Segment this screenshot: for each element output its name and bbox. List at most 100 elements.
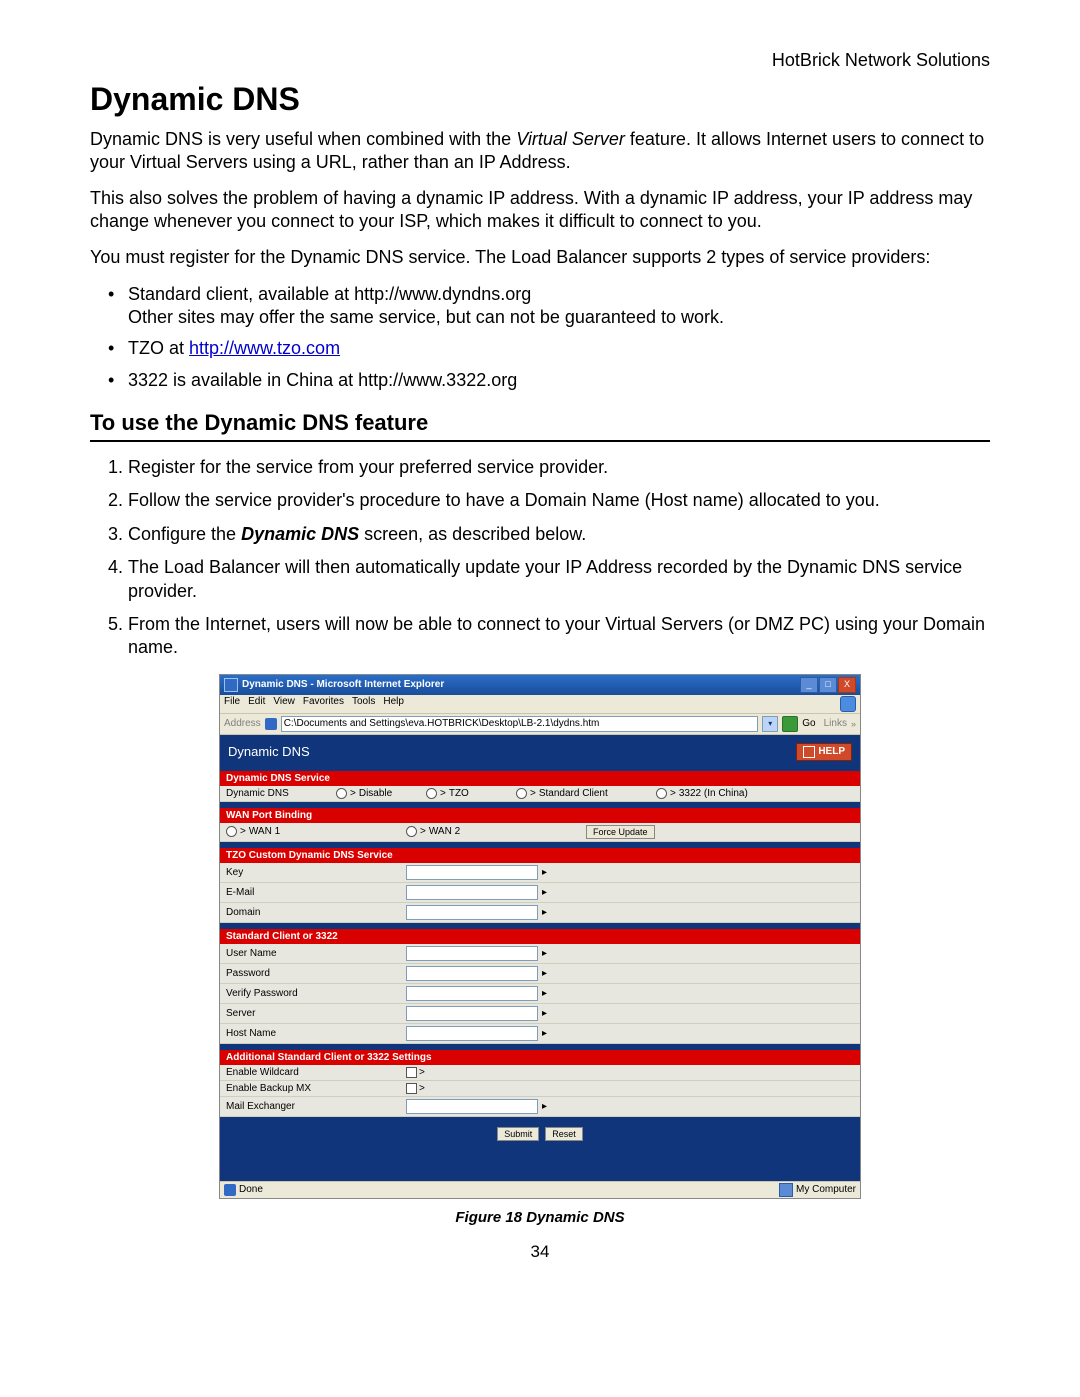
menu-edit[interactable]: Edit <box>248 696 265 712</box>
window-titlebar[interactable]: Dynamic DNS - Microsoft Internet Explore… <box>220 675 860 695</box>
help-icon <box>803 746 815 758</box>
section-tzo: TZO Custom Dynamic DNS Service <box>220 848 860 863</box>
arrow-icon: ▸ <box>542 907 547 918</box>
virtual-server-term: Virtual Server <box>516 129 625 149</box>
links-label[interactable]: Links <box>824 718 847 729</box>
field-label: Mail Exchanger <box>226 1101 406 1112</box>
domain-input[interactable] <box>406 905 538 920</box>
arrow-icon: ▸ <box>542 948 547 959</box>
ie-logo-icon <box>840 696 856 712</box>
key-input[interactable] <box>406 865 538 880</box>
paragraph-intro: Dynamic DNS is very useful when combined… <box>90 128 990 173</box>
text: Standard client, available at http://www… <box>128 284 531 304</box>
field-label: Enable Wildcard <box>226 1067 406 1078</box>
go-label: Go <box>802 718 815 729</box>
radio-wan1[interactable]: >WAN 1 <box>226 826 406 837</box>
paragraph-register: You must register for the Dynamic DNS se… <box>90 246 990 269</box>
text: Dynamic DNS is very useful when combined… <box>90 129 516 149</box>
submit-button[interactable]: Submit <box>497 1127 539 1141</box>
menu-tools[interactable]: Tools <box>352 696 375 712</box>
help-button[interactable]: HELP <box>796 743 852 761</box>
arrow-icon: ▸ <box>542 1008 547 1019</box>
mail-exchanger-input[interactable] <box>406 1099 538 1114</box>
username-input[interactable] <box>406 946 538 961</box>
page-title: Dynamic DNS <box>90 81 990 118</box>
help-label: HELP <box>818 746 845 757</box>
address-dropdown[interactable]: ▾ <box>762 716 778 732</box>
field-label: Enable Backup MX <box>226 1083 406 1094</box>
list-item: Register for the service from your prefe… <box>128 456 990 479</box>
menu-view[interactable]: View <box>273 696 295 712</box>
address-label: Address <box>224 718 261 729</box>
radio-disable[interactable]: >Disable <box>336 788 426 799</box>
minimize-button[interactable]: _ <box>800 677 818 693</box>
list-item: Follow the service provider's procedure … <box>128 489 990 512</box>
button-row: Submit Reset <box>220 1117 860 1181</box>
maximize-button[interactable]: □ <box>819 677 837 693</box>
force-update-button[interactable]: Force Update <box>586 825 655 839</box>
radio-label: Standard Client <box>539 788 608 799</box>
field-label: Password <box>226 968 406 979</box>
field-label: User Name <box>226 948 406 959</box>
menu-favorites[interactable]: Favorites <box>303 696 344 712</box>
ie-icon <box>224 678 238 692</box>
ie-window: Dynamic DNS - Microsoft Internet Explore… <box>219 674 861 1199</box>
menubar: File Edit View Favorites Tools Help <box>220 695 860 714</box>
header-company: HotBrick Network Solutions <box>90 50 990 71</box>
arrow-icon: ▸ <box>542 867 547 878</box>
tzo-link[interactable]: http://www.tzo.com <box>189 338 340 358</box>
address-bar: Address ▾ Go Links » <box>220 714 860 735</box>
radio-wan2[interactable]: >WAN 2 <box>406 826 586 837</box>
radio-label: Disable <box>359 788 392 799</box>
field-label: Key <box>226 867 406 878</box>
close-button[interactable]: X <box>838 677 856 693</box>
window-title: Dynamic DNS - Microsoft Internet Explore… <box>242 679 800 690</box>
content-title: Dynamic DNS <box>228 744 310 759</box>
row-hostname: Host Name ▸ <box>220 1024 860 1044</box>
text: Other sites may offer the same service, … <box>128 307 724 327</box>
row-key: Key ▸ <box>220 863 860 883</box>
page-icon <box>265 718 277 730</box>
field-label: Server <box>226 1008 406 1019</box>
arrow-icon: ▸ <box>542 988 547 999</box>
status-zone: My Computer <box>796 1184 856 1195</box>
list-item: TZO at http://www.tzo.com <box>108 337 990 360</box>
address-input[interactable] <box>281 716 759 732</box>
hostname-input[interactable] <box>406 1026 538 1041</box>
radio-label: WAN 1 <box>249 826 280 837</box>
arrow-icon: > <box>419 1067 425 1078</box>
verify-password-input[interactable] <box>406 986 538 1001</box>
text: TZO at <box>128 338 189 358</box>
menu-help[interactable]: Help <box>383 696 404 712</box>
go-button[interactable] <box>782 716 798 732</box>
radio-label: WAN 2 <box>429 826 460 837</box>
field-label: Host Name <box>226 1028 406 1039</box>
email-input[interactable] <box>406 885 538 900</box>
list-item: 3322 is available in China at http://www… <box>108 369 990 392</box>
radio-3322[interactable]: >3322 (In China) <box>656 788 748 799</box>
wildcard-checkbox[interactable] <box>406 1067 417 1078</box>
row-wan: >WAN 1 >WAN 2 Force Update <box>220 823 860 842</box>
row-email: E-Mail▸ <box>220 883 860 903</box>
row-wildcard: Enable Wildcard > <box>220 1065 860 1081</box>
row-domain: Domain▸ <box>220 903 860 923</box>
status-icon <box>224 1184 236 1196</box>
list-item: Standard client, available at http://www… <box>108 283 990 330</box>
section-wan-binding: WAN Port Binding <box>220 808 860 823</box>
text: screen, as described below. <box>359 524 586 544</box>
radio-label: 3322 (In China) <box>679 788 748 799</box>
reset-button[interactable]: Reset <box>545 1127 583 1141</box>
row-mail-exchanger: Mail Exchanger▸ <box>220 1097 860 1117</box>
arrow-icon: ▸ <box>542 1028 547 1039</box>
row-server: Server ▸ <box>220 1004 860 1024</box>
menu-file[interactable]: File <box>224 696 240 712</box>
radio-standard[interactable]: >Standard Client <box>516 788 656 799</box>
radio-tzo[interactable]: >TZO <box>426 788 516 799</box>
section-dns-service: Dynamic DNS Service <box>220 771 860 786</box>
server-input[interactable] <box>406 1006 538 1021</box>
password-input[interactable] <box>406 966 538 981</box>
row-label: Dynamic DNS <box>226 788 336 799</box>
row-dynamic-dns: Dynamic DNS >Disable >TZO >Standard Clie… <box>220 786 860 802</box>
backup-mx-checkbox[interactable] <box>406 1083 417 1094</box>
radio-label: TZO <box>449 788 469 799</box>
